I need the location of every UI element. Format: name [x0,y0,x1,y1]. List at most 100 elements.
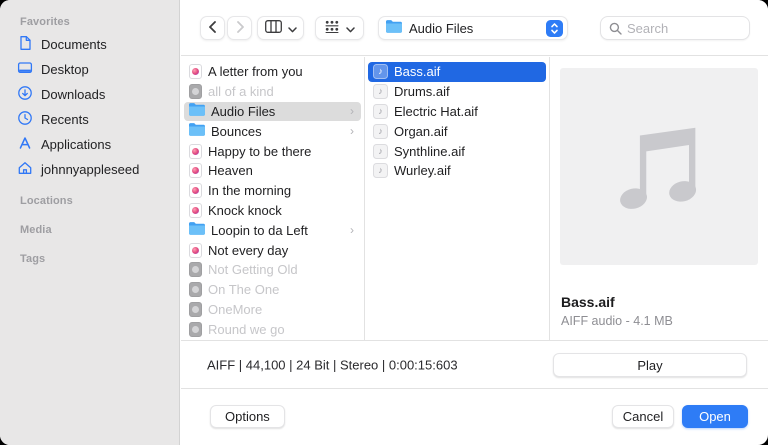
file-label: Bass.aif [394,64,541,79]
file-row-selected[interactable]: ♪ Bass.aif [368,62,546,82]
audio-project-icon-disabled [189,282,202,297]
sidebar-item-home[interactable]: johnnyappleseed [0,157,179,182]
file-row[interactable]: ♪ Drums.aif [368,82,546,102]
sidebar-item-recents[interactable]: Recents [0,107,179,132]
file-row[interactable]: all of a kind [184,82,361,102]
sidebar-item-label: Documents [41,37,107,52]
folder-icon [189,222,205,238]
audio-file-icon: ♪ [373,163,388,178]
folder-label: Bounces [211,124,344,139]
audio-project-icon [189,183,202,198]
audio-project-icon [189,144,202,159]
folder-icon [189,103,205,119]
file-row[interactable]: Happy to be there [184,141,361,161]
file-row[interactable]: Round we go [184,319,361,339]
file-row[interactable]: In the morning [184,181,361,201]
folder-icon [189,123,205,139]
audio-project-icon [189,203,202,218]
chevron-right-icon: › [350,124,356,138]
file-label: Not every day [208,243,356,258]
file-row[interactable]: Heaven [184,161,361,181]
browser-column-2[interactable]: ♪ Bass.aif ♪ Drums.aif ♪ Electric Hat.ai… [365,57,550,340]
audio-file-icon: ♪ [373,144,388,159]
play-button[interactable]: Play [553,353,747,377]
column-browser: A letter from you all of a kind Audio Fi… [181,57,768,340]
preview-info: Bass.aif AIFF audio - 4.1 MB [561,294,673,328]
file-row[interactable]: Knock knock [184,201,361,221]
file-label: Knock knock [208,203,356,218]
sidebar-item-label: Desktop [41,62,89,77]
sidebar-item-downloads[interactable]: Downloads [0,82,179,107]
search-field[interactable] [600,16,750,40]
folder-row-selected[interactable]: Audio Files › [184,102,361,122]
audio-project-icon [189,163,202,178]
file-row[interactable]: Not every day [184,240,361,260]
cancel-button[interactable]: Cancel [612,405,674,428]
file-label: Drums.aif [394,84,541,99]
file-row[interactable]: A letter from you [184,62,361,82]
location-popup-button[interactable]: Audio Files [378,16,568,40]
file-row[interactable]: ♪ Wurley.aif [368,161,546,181]
sidebar-header-media: Media [0,220,179,240]
audio-project-icon-disabled [189,262,202,277]
audio-file-icon: ♪ [373,104,388,119]
audio-file-icon: ♪ [373,84,388,99]
forward-button[interactable] [227,16,252,40]
file-label: Round we go [208,322,356,337]
chevron-left-icon [208,21,218,36]
chevron-right-icon: › [350,223,356,237]
file-label: Electric Hat.aif [394,104,541,119]
audio-project-icon-disabled [189,322,202,337]
open-button[interactable]: Open [682,405,748,428]
file-row[interactable]: ♪ Electric Hat.aif [368,102,546,122]
options-button[interactable]: Options [210,405,285,428]
folder-icon [386,20,402,36]
file-label: On The One [208,282,356,297]
file-label: OneMore [208,302,356,317]
file-row[interactable]: ♪ Organ.aif [368,121,546,141]
applications-icon [17,135,33,154]
sidebar-header-tags: Tags [0,249,179,269]
music-note-icon [609,115,709,218]
folder-label: Loopin to da Left [211,223,344,238]
preview-filename: Bass.aif [561,294,673,310]
chevron-down-icon [288,21,297,36]
sidebar-item-documents[interactable]: Documents [0,32,179,57]
sidebar-item-label: Applications [41,137,111,152]
file-row[interactable]: OneMore [184,300,361,320]
file-label: In the morning [208,183,356,198]
file-row[interactable]: ♪ Synthline.aif [368,141,546,161]
file-label: Wurley.aif [394,163,541,178]
file-label: Organ.aif [394,124,541,139]
sidebar-item-label: Downloads [41,87,105,102]
audio-project-icon-disabled [189,302,202,317]
sidebar-item-label: johnnyappleseed [41,162,139,177]
preview-pane: Bass.aif AIFF audio - 4.1 MB [550,57,768,340]
sidebar: Favorites Documents Desktop Downloads Re… [0,0,180,445]
audio-file-icon: ♪ [373,64,388,79]
preview-thumbnail [560,68,758,265]
sidebar-item-desktop[interactable]: Desktop [0,57,179,82]
audio-info-bar: AIFF | 44,100 | 24 Bit | Stereo | 0:00:1… [181,340,768,388]
sidebar-item-applications[interactable]: Applications [0,132,179,157]
group-view-button[interactable] [315,16,364,40]
home-icon [17,160,33,179]
file-label: Not Getting Old [208,262,356,277]
file-row[interactable]: On The One [184,280,361,300]
column-view-icon [265,20,282,36]
folder-row[interactable]: Bounces › [184,121,361,141]
folder-row[interactable]: Loopin to da Left › [184,220,361,240]
popup-stepper-icon[interactable] [546,20,563,37]
document-icon [17,35,33,54]
file-row[interactable]: Not Getting Old [184,260,361,280]
chevron-down-icon [346,21,355,36]
back-button[interactable] [200,16,225,40]
file-label: all of a kind [208,84,356,99]
sidebar-header-favorites: Favorites [0,12,179,32]
browser-column-1[interactable]: A letter from you all of a kind Audio Fi… [181,57,365,340]
column-view-button[interactable] [257,16,304,40]
search-input[interactable] [627,17,745,39]
clock-icon [17,110,33,129]
group-view-icon [324,20,340,36]
audio-project-icon [189,243,202,258]
